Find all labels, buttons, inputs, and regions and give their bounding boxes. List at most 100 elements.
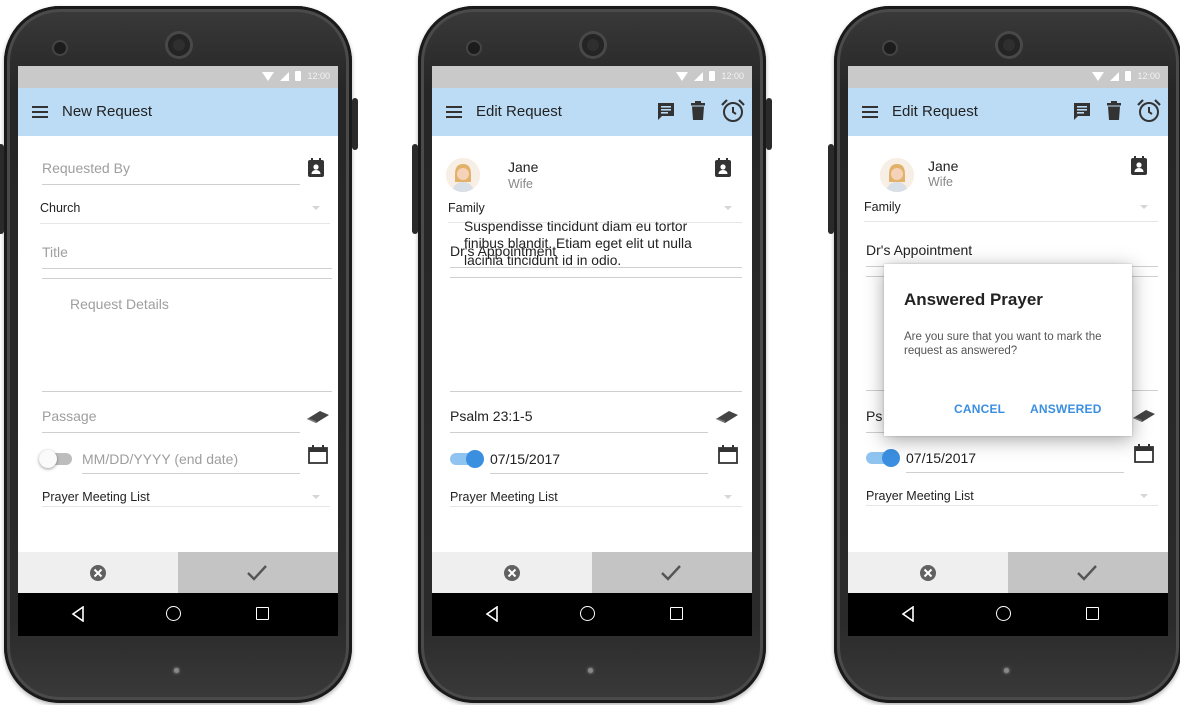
end-date-input[interactable]: 07/15/2017: [906, 450, 976, 466]
avatar: [446, 158, 480, 192]
save-button[interactable]: [592, 552, 752, 593]
app-bar: Edit Request: [848, 88, 1168, 136]
screen: 12:00 New Request Requested By Church Ti…: [18, 66, 338, 636]
cancel-button[interactable]: [18, 552, 178, 593]
menu-icon[interactable]: [862, 106, 878, 118]
check-icon: [1077, 565, 1097, 581]
cancel-icon: [90, 565, 106, 581]
app-bar: New Request: [18, 88, 338, 136]
category-select[interactable]: Church: [40, 201, 80, 215]
dialog-answered-button[interactable]: ANSWERED: [1030, 402, 1102, 416]
earpiece: [582, 34, 604, 56]
book-icon[interactable]: [306, 410, 330, 424]
system-nav-bar: [18, 593, 338, 636]
cancel-button[interactable]: [432, 552, 592, 593]
screen: 12:00 Edit Request Jane Wife Family Dr's…: [432, 66, 752, 636]
trash-icon[interactable]: [690, 101, 706, 121]
calendar-icon[interactable]: [1134, 443, 1154, 463]
passage-input[interactable]: Psalm 23:1-5: [450, 408, 532, 424]
back-icon[interactable]: [901, 606, 915, 622]
wifi-icon: [262, 71, 275, 81]
person-name: Jane: [928, 158, 959, 174]
system-nav-bar: [848, 593, 1168, 636]
phone-answered-dialog: 12:00 Edit Request Jane Wife Family Dr's…: [828, 6, 1180, 703]
app-bar: Edit Request: [432, 88, 752, 136]
signal-icon: [694, 71, 704, 81]
person-relation: Wife: [928, 175, 953, 189]
request-details-input[interactable]: Suspendisse tincidunt diam eu tortor fin…: [464, 218, 722, 269]
status-bar: 12:00: [432, 66, 752, 88]
wifi-icon: [1092, 71, 1105, 81]
requested-by-input[interactable]: Requested By: [42, 160, 130, 176]
cancel-button[interactable]: [848, 552, 1008, 593]
form-actions: [18, 552, 338, 593]
back-icon[interactable]: [71, 606, 85, 622]
trash-icon[interactable]: [1106, 101, 1122, 121]
chevron-down-icon: [1140, 205, 1148, 209]
recent-apps-icon[interactable]: [1086, 607, 1099, 620]
back-icon[interactable]: [485, 606, 499, 622]
end-date-input[interactable]: 07/15/2017: [490, 451, 560, 467]
earpiece: [168, 34, 190, 56]
passage-input[interactable]: Passage: [42, 408, 96, 424]
calendar-icon[interactable]: [308, 444, 328, 464]
title-input[interactable]: Title: [42, 244, 68, 260]
battery-icon: [1125, 71, 1132, 81]
book-icon[interactable]: [1132, 409, 1156, 423]
screen: 12:00 Edit Request Jane Wife Family Dr's…: [848, 66, 1168, 636]
wifi-icon: [676, 71, 689, 81]
battery-icon: [295, 71, 302, 81]
phone-new-request: 12:00 New Request Requested By Church Ti…: [0, 6, 358, 703]
avatar: [880, 158, 914, 192]
chevron-down-icon: [724, 206, 732, 210]
title-input[interactable]: Dr's Appointment: [866, 242, 972, 258]
dialog-message: Are you sure that you want to mark the r…: [904, 331, 1102, 357]
signal-icon: [1110, 71, 1120, 81]
form-actions: [848, 552, 1168, 593]
comment-icon[interactable]: [1072, 101, 1092, 121]
status-bar: 12:00: [18, 66, 338, 88]
request-details-input[interactable]: Request Details: [70, 296, 169, 312]
category-select[interactable]: Family: [448, 201, 485, 215]
recent-apps-icon[interactable]: [670, 607, 683, 620]
passage-input[interactable]: Ps: [866, 408, 882, 424]
comment-icon[interactable]: [656, 101, 676, 121]
contact-card-icon[interactable]: [307, 158, 325, 178]
page-title: New Request: [62, 103, 153, 120]
check-icon: [247, 565, 267, 581]
home-icon[interactable]: [166, 606, 181, 621]
prayer-list-select[interactable]: Prayer Meeting List: [866, 489, 974, 503]
front-camera: [468, 42, 480, 54]
alarm-icon[interactable]: [1136, 98, 1162, 124]
answered-prayer-dialog: Answered Prayer Are you sure that you wa…: [884, 264, 1132, 436]
save-button[interactable]: [1008, 552, 1168, 593]
form-actions: [432, 552, 752, 593]
system-nav-bar: [432, 593, 752, 636]
end-date-input[interactable]: MM/DD/YYYY (end date): [82, 451, 238, 467]
chevron-down-icon: [312, 206, 320, 210]
prayer-list-select[interactable]: Prayer Meeting List: [42, 490, 150, 504]
menu-icon[interactable]: [32, 106, 48, 118]
alarm-icon[interactable]: [720, 98, 746, 124]
toggle-knob: [466, 450, 484, 468]
home-icon[interactable]: [580, 606, 595, 621]
prayer-list-select[interactable]: Prayer Meeting List: [450, 490, 558, 504]
save-button[interactable]: [178, 552, 338, 593]
dialog-cancel-button[interactable]: CANCEL: [954, 402, 1005, 416]
contact-card-icon[interactable]: [1130, 156, 1148, 176]
home-icon[interactable]: [996, 606, 1011, 621]
signal-icon: [280, 71, 290, 81]
person-name: Jane: [508, 159, 539, 175]
calendar-icon[interactable]: [718, 444, 738, 464]
cancel-icon: [920, 565, 936, 581]
dialog-title: Answered Prayer: [904, 290, 1043, 309]
earpiece: [998, 34, 1020, 56]
recent-apps-icon[interactable]: [256, 607, 269, 620]
front-camera: [54, 42, 66, 54]
contact-card-icon[interactable]: [714, 158, 732, 178]
book-icon[interactable]: [715, 410, 739, 424]
category-select[interactable]: Family: [864, 200, 901, 214]
battery-icon: [709, 71, 716, 81]
toggle-knob: [882, 449, 900, 467]
menu-icon[interactable]: [446, 106, 462, 118]
